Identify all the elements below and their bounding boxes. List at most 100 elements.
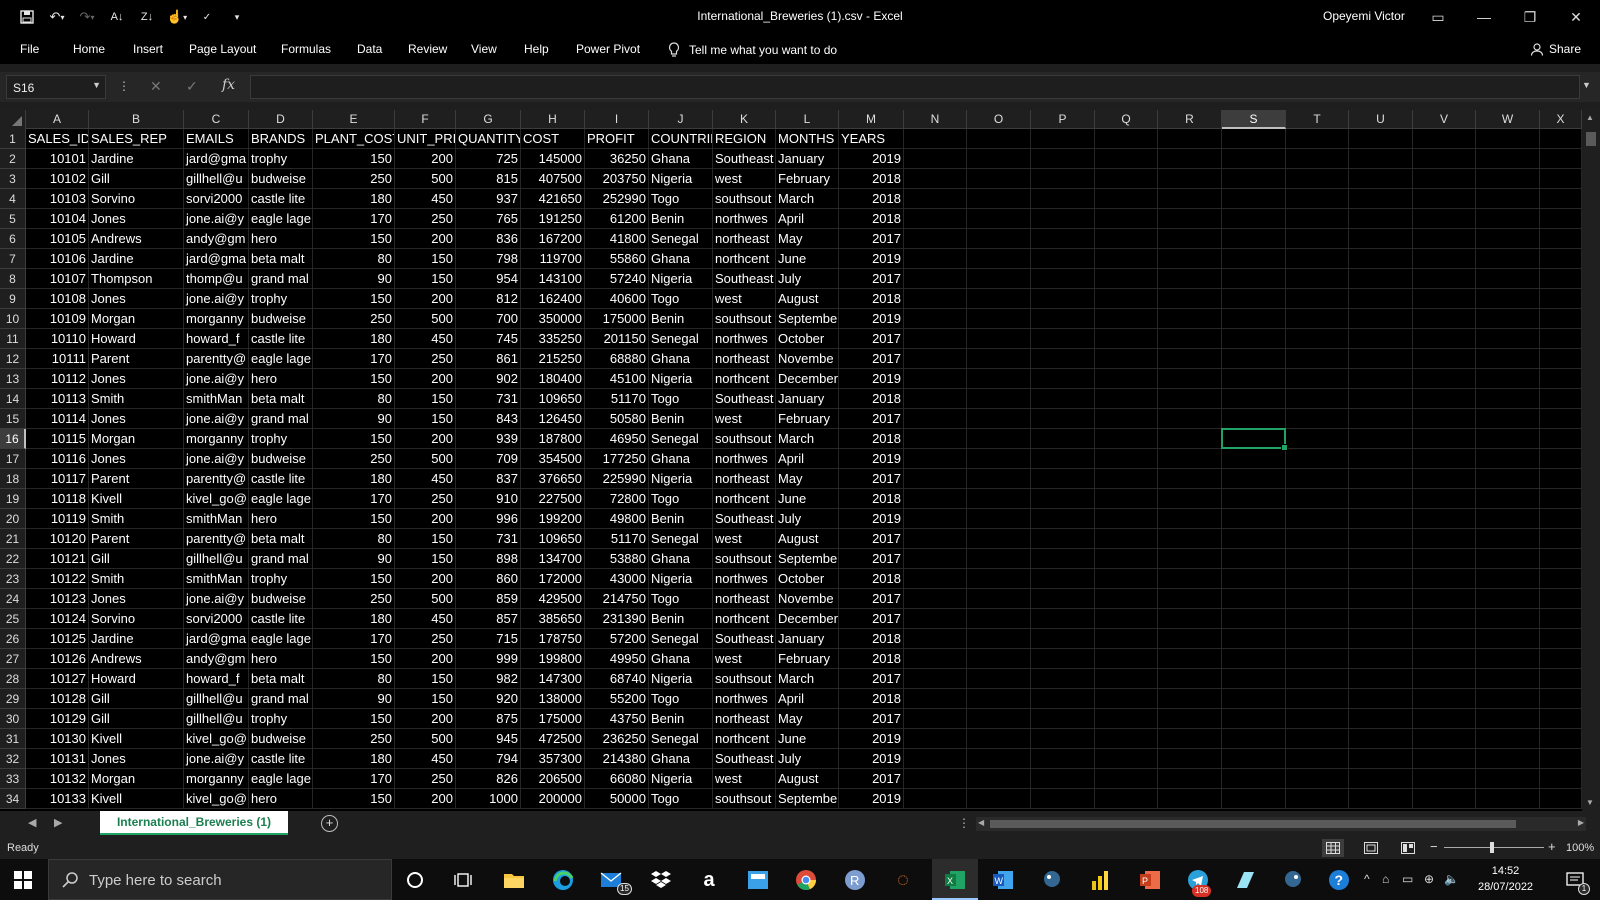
table-cell[interactable]: Southeast [713, 629, 776, 649]
table-cell[interactable]: 150 [395, 249, 456, 269]
table-cell[interactable] [1286, 169, 1349, 189]
row-header[interactable]: 28 [0, 669, 26, 689]
table-cell[interactable]: Septembe [776, 789, 839, 809]
table-cell[interactable]: Septembe [776, 549, 839, 569]
table-cell[interactable]: 10129 [26, 709, 89, 729]
table-cell[interactable]: 450 [395, 469, 456, 489]
table-cell[interactable] [1095, 249, 1158, 269]
table-cell[interactable] [1476, 369, 1540, 389]
table-cell[interactable]: northwes [713, 569, 776, 589]
table-cell[interactable]: 725 [456, 149, 521, 169]
table-cell[interactable] [1286, 149, 1349, 169]
table-cell[interactable] [1095, 529, 1158, 549]
table-cell[interactable]: 10132 [26, 769, 89, 789]
table-cell[interactable] [1349, 589, 1413, 609]
table-cell[interactable]: Benin [649, 209, 713, 229]
sheet-tab[interactable]: International_Breweries (1) [100, 811, 288, 835]
table-cell[interactable] [1031, 189, 1095, 209]
table-cell[interactable]: Howard [89, 669, 184, 689]
table-cell[interactable] [1476, 469, 1540, 489]
table-cell[interactable] [1413, 729, 1476, 749]
header-cell[interactable] [1158, 129, 1222, 149]
table-cell[interactable] [1413, 449, 1476, 469]
table-cell[interactable]: 134700 [521, 549, 585, 569]
row-header[interactable]: 25 [0, 609, 26, 629]
select-all-button[interactable] [0, 110, 26, 129]
table-cell[interactable] [1031, 529, 1095, 549]
table-cell[interactable]: 109650 [521, 389, 585, 409]
table-cell[interactable] [1413, 609, 1476, 629]
table-cell[interactable] [1476, 589, 1540, 609]
calculator-app-icon[interactable] [745, 867, 771, 893]
table-cell[interactable] [1158, 749, 1222, 769]
table-cell[interactable] [1540, 709, 1582, 729]
table-cell[interactable]: grand mal [249, 689, 313, 709]
table-cell[interactable] [967, 749, 1031, 769]
table-cell[interactable]: 429500 [521, 589, 585, 609]
table-cell[interactable]: Southeast [713, 509, 776, 529]
zoom-slider-thumb[interactable] [1490, 842, 1494, 853]
table-cell[interactable] [1158, 289, 1222, 309]
table-cell[interactable]: Jones [89, 409, 184, 429]
table-cell[interactable] [967, 409, 1031, 429]
table-cell[interactable] [967, 689, 1031, 709]
table-cell[interactable]: 450 [395, 329, 456, 349]
table-cell[interactable]: Howard [89, 329, 184, 349]
table-cell[interactable] [1031, 429, 1095, 449]
table-cell[interactable] [1540, 609, 1582, 629]
table-cell[interactable] [1413, 329, 1476, 349]
column-header-l[interactable]: L [776, 110, 839, 129]
table-cell[interactable]: 2018 [839, 289, 904, 309]
table-cell[interactable] [1031, 209, 1095, 229]
table-cell[interactable] [1158, 169, 1222, 189]
table-cell[interactable] [1413, 649, 1476, 669]
table-cell[interactable] [1476, 529, 1540, 549]
table-cell[interactable]: northcent [713, 249, 776, 269]
table-cell[interactable] [1031, 289, 1095, 309]
table-cell[interactable]: Morgan [89, 309, 184, 329]
table-cell[interactable] [1476, 609, 1540, 629]
table-cell[interactable]: 150 [395, 389, 456, 409]
table-cell[interactable] [1349, 749, 1413, 769]
table-cell[interactable] [1031, 629, 1095, 649]
table-cell[interactable] [1349, 669, 1413, 689]
table-cell[interactable]: Jones [89, 589, 184, 609]
table-cell[interactable] [1095, 769, 1158, 789]
amazon-icon[interactable]: a [696, 867, 722, 893]
table-cell[interactable]: 250 [395, 489, 456, 509]
table-cell[interactable]: Sorvino [89, 609, 184, 629]
table-cell[interactable]: 954 [456, 269, 521, 289]
table-cell[interactable]: thomp@u [184, 269, 249, 289]
table-cell[interactable]: 10105 [26, 229, 89, 249]
row-header[interactable]: 7 [0, 249, 26, 269]
table-cell[interactable]: 150 [313, 509, 395, 529]
row-header[interactable]: 9 [0, 289, 26, 309]
table-cell[interactable]: 250 [395, 769, 456, 789]
table-cell[interactable] [1413, 369, 1476, 389]
header-cell[interactable]: SALES_REP [89, 129, 184, 149]
table-cell[interactable] [1222, 649, 1286, 669]
table-cell[interactable]: Jones [89, 449, 184, 469]
column-header-v[interactable]: V [1413, 110, 1476, 129]
table-cell[interactable] [904, 509, 967, 529]
table-cell[interactable]: Jones [89, 369, 184, 389]
column-header-p[interactable]: P [1031, 110, 1095, 129]
table-cell[interactable] [967, 449, 1031, 469]
header-cell[interactable]: EMAILS [184, 129, 249, 149]
table-cell[interactable]: Ghana [649, 449, 713, 469]
table-cell[interactable]: 996 [456, 509, 521, 529]
table-cell[interactable] [967, 349, 1031, 369]
table-cell[interactable]: Nigeria [649, 469, 713, 489]
table-cell[interactable] [1222, 389, 1286, 409]
table-cell[interactable] [1222, 549, 1286, 569]
table-cell[interactable]: January [776, 149, 839, 169]
table-cell[interactable] [1095, 509, 1158, 529]
table-cell[interactable]: southsout [713, 309, 776, 329]
task-view-icon[interactable] [450, 867, 476, 893]
table-cell[interactable]: 10114 [26, 409, 89, 429]
table-cell[interactable]: 170 [313, 349, 395, 369]
table-cell[interactable]: Gill [89, 709, 184, 729]
table-cell[interactable] [1222, 309, 1286, 329]
table-cell[interactable] [967, 649, 1031, 669]
table-cell[interactable]: trophy [249, 569, 313, 589]
